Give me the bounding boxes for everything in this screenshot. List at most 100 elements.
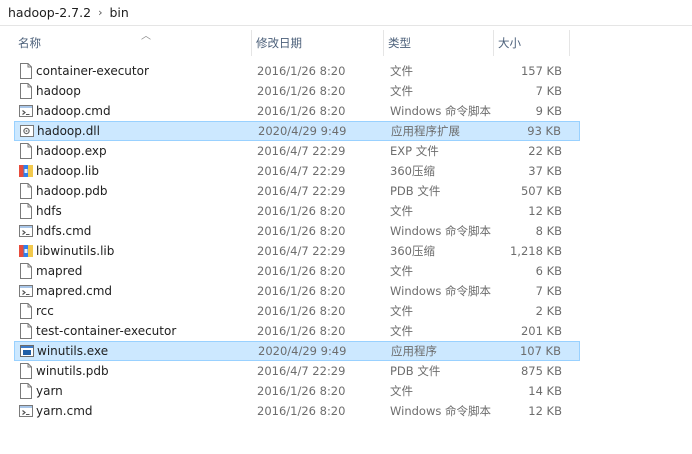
script-file-icon (19, 283, 33, 299)
file-row[interactable]: winutils.exe 2020/4/29 9:49 应用程序 107 KB (14, 341, 580, 361)
file-date: 2016/4/7 22:29 (257, 364, 346, 378)
file-row[interactable]: mapred.cmd 2016/1/26 8:20 Windows 命令脚本 7 KB (14, 281, 580, 301)
file-row[interactable]: rcc 2016/1/26 8:20 文件 2 KB (14, 301, 580, 321)
column-header-name[interactable]: 名称 ︿ (14, 30, 252, 56)
file-date: 2016/1/26 8:20 (257, 404, 346, 418)
file-name: yarn.cmd (36, 404, 93, 418)
file-type: 文件 (390, 204, 413, 218)
file-date: 2020/4/29 9:49 (258, 344, 347, 358)
file-row[interactable]: libwinutils.lib 2016/4/7 22:29 360压缩 1,218 … (14, 241, 580, 261)
file-type: Windows 命令脚本 (390, 284, 491, 298)
archive-icon (19, 243, 33, 259)
dll-file-icon (20, 123, 34, 139)
file-size: 7 KB (535, 284, 562, 298)
file-icon (19, 303, 33, 319)
file-date: 2016/1/26 8:20 (257, 104, 346, 118)
file-type: EXP 文件 (390, 144, 439, 158)
file-type: PDB 文件 (390, 184, 441, 198)
file-name: hadoop.exp (36, 144, 107, 158)
file-icon (19, 83, 33, 99)
file-row[interactable]: hdfs.cmd 2016/1/26 8:20 Windows 命令脚本 8 KB (14, 221, 580, 241)
file-row[interactable]: hadoop.pdb 2016/4/7 22:29 PDB 文件 507 KB (14, 181, 580, 201)
file-icon (19, 363, 33, 379)
file-type: 文件 (390, 64, 413, 78)
script-file-icon (19, 223, 33, 239)
file-size: 507 KB (520, 184, 562, 198)
file-list: container-executor 2016/1/26 8:20 文件 157 KB… (0, 61, 692, 421)
file-name: mapred.cmd (36, 284, 113, 298)
column-header-name-label: 名称 (18, 36, 41, 50)
file-row[interactable]: hdfs 2016/1/26 8:20 文件 12 KB (14, 201, 580, 221)
file-row[interactable]: hadoop.dll 2020/4/29 9:49 应用程序扩展 93 KB (14, 121, 580, 141)
file-icon (19, 323, 33, 339)
file-icon (19, 203, 33, 219)
file-size: 107 KB (519, 344, 561, 358)
file-name: test-container-executor (36, 324, 177, 338)
breadcrumb-current[interactable]: bin (109, 5, 128, 20)
file-date: 2016/1/26 8:20 (257, 84, 346, 98)
file-size: 8 KB (535, 224, 562, 238)
file-date: 2020/4/29 9:49 (258, 124, 347, 138)
breadcrumb: hadoop-2.7.2 › bin (0, 0, 692, 26)
file-name: mapred (36, 264, 83, 278)
column-header-type[interactable]: 类型 (384, 30, 494, 56)
file-date: 2016/1/26 8:20 (257, 384, 346, 398)
file-row[interactable]: hadoop.lib 2016/4/7 22:29 360压缩 37 KB (14, 161, 580, 181)
file-row[interactable]: hadoop 2016/1/26 8:20 文件 7 KB (14, 81, 580, 101)
file-date: 2016/1/26 8:20 (257, 64, 346, 78)
file-name: hdfs (36, 204, 62, 218)
file-row[interactable]: test-container-executor 2016/1/26 8:20 文件 2… (14, 321, 580, 341)
file-date: 2016/1/26 8:20 (257, 264, 346, 278)
file-name: hadoop.lib (36, 164, 99, 178)
file-size: 14 KB (528, 384, 562, 398)
file-name: hadoop (36, 84, 81, 98)
file-date: 2016/4/7 22:29 (257, 184, 346, 198)
file-size: 6 KB (535, 264, 562, 278)
file-date: 2016/4/7 22:29 (257, 144, 346, 158)
file-size: 37 KB (528, 164, 562, 178)
file-date: 2016/1/26 8:20 (257, 224, 346, 238)
file-type: 文件 (390, 84, 413, 98)
file-row[interactable]: hadoop.cmd 2016/1/26 8:20 Windows 命令脚本 9 KB (14, 101, 580, 121)
script-file-icon (19, 403, 33, 419)
file-type: Windows 命令脚本 (390, 404, 491, 418)
file-name: hadoop.cmd (36, 104, 111, 118)
column-header-date[interactable]: 修改日期 (252, 30, 384, 56)
archive-icon (19, 163, 33, 179)
file-type: Windows 命令脚本 (390, 104, 491, 118)
column-header: 名称 ︿ 修改日期 类型 大小 (0, 30, 692, 56)
file-size: 12 KB (528, 204, 562, 218)
file-size: 9 KB (535, 104, 562, 118)
file-name: yarn (36, 384, 63, 398)
file-name: hadoop.dll (37, 124, 100, 138)
file-type: 360压缩 (390, 244, 435, 258)
file-row[interactable]: hadoop.exp 2016/4/7 22:29 EXP 文件 22 KB (14, 141, 580, 161)
file-icon (19, 63, 33, 79)
file-name: libwinutils.lib (36, 244, 115, 258)
file-type: 应用程序 (391, 344, 437, 358)
file-row[interactable]: yarn 2016/1/26 8:20 文件 14 KB (14, 381, 580, 401)
file-name: hadoop.pdb (36, 184, 108, 198)
file-row[interactable]: yarn.cmd 2016/1/26 8:20 Windows 命令脚本 12 KB (14, 401, 580, 421)
column-header-size[interactable]: 大小 (494, 30, 570, 56)
file-type: Windows 命令脚本 (390, 224, 491, 238)
file-icon (19, 383, 33, 399)
file-type: PDB 文件 (390, 364, 441, 378)
sort-up-icon: ︿ (141, 31, 151, 42)
exe-icon (20, 343, 34, 359)
file-date: 2016/1/26 8:20 (257, 304, 346, 318)
file-date: 2016/1/26 8:20 (257, 284, 346, 298)
file-icon (19, 143, 33, 159)
file-size: 7 KB (535, 84, 562, 98)
file-name: container-executor (36, 64, 149, 78)
file-size: 22 KB (528, 144, 562, 158)
file-row[interactable]: container-executor 2016/1/26 8:20 文件 157 KB (14, 61, 580, 81)
breadcrumb-parent[interactable]: hadoop-2.7.2 (8, 5, 91, 20)
column-header-type-label: 类型 (388, 36, 411, 50)
file-row[interactable]: mapred 2016/1/26 8:20 文件 6 KB (14, 261, 580, 281)
file-row[interactable]: winutils.pdb 2016/4/7 22:29 PDB 文件 875 KB (14, 361, 580, 381)
file-date: 2016/4/7 22:29 (257, 164, 346, 178)
file-name: rcc (36, 304, 54, 318)
chevron-right-icon[interactable]: › (98, 6, 102, 19)
file-name: winutils.exe (37, 344, 109, 358)
